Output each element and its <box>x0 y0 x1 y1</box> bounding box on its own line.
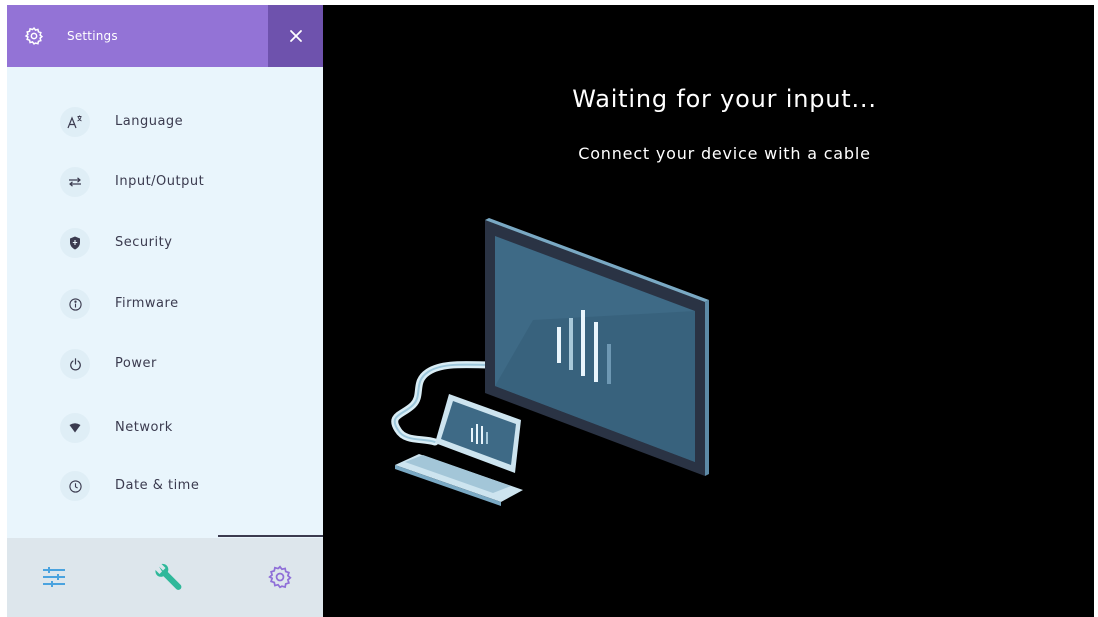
gear-icon <box>268 565 292 589</box>
menu-label: Network <box>115 420 173 435</box>
sliders-button[interactable] <box>37 560 71 594</box>
settings-panel: Settings Language Input/Output Security … <box>7 5 323 617</box>
menu-item-power[interactable]: Power <box>7 346 323 386</box>
menu-label: Firmware <box>115 296 179 311</box>
gear-icon <box>24 26 44 45</box>
network-icon <box>60 413 90 443</box>
menu-label: Date & time <box>115 478 200 493</box>
main-screen: Waiting for your input... Connect your d… <box>323 5 1094 617</box>
wrench-icon <box>155 563 182 590</box>
close-icon <box>289 30 302 42</box>
tools-button[interactable] <box>151 560 185 594</box>
menu-item-language[interactable]: Language <box>7 104 323 144</box>
device-connection-illustration <box>391 218 709 506</box>
power-icon <box>60 349 90 379</box>
input-output-icon <box>60 167 90 197</box>
sliders-icon <box>43 567 65 587</box>
settings-title: Settings <box>67 29 118 43</box>
menu-item-date-time[interactable]: Date & time <box>7 468 323 508</box>
settings-header: Settings <box>7 5 323 67</box>
menu-label: Security <box>115 235 173 250</box>
menu-item-security[interactable]: Security <box>7 225 323 265</box>
info-icon <box>60 289 90 319</box>
laptop <box>395 394 523 506</box>
menu-label: Power <box>115 356 157 371</box>
settings-footer <box>7 538 323 617</box>
waiting-title: Waiting for your input... <box>572 85 877 113</box>
footer-active-indicator <box>218 535 323 537</box>
settings-button[interactable] <box>263 560 297 594</box>
connect-subtitle: Connect your device with a cable <box>578 144 871 163</box>
menu-label: Input/Output <box>115 174 205 189</box>
language-icon <box>60 107 90 137</box>
menu-item-firmware[interactable]: Firmware <box>7 286 323 326</box>
shield-icon <box>60 228 90 258</box>
clock-icon <box>60 471 90 501</box>
close-button[interactable] <box>268 5 323 67</box>
menu-item-network[interactable]: Network <box>7 410 323 450</box>
menu-label: Language <box>115 114 184 129</box>
menu-item-input-output[interactable]: Input/Output <box>7 164 323 204</box>
